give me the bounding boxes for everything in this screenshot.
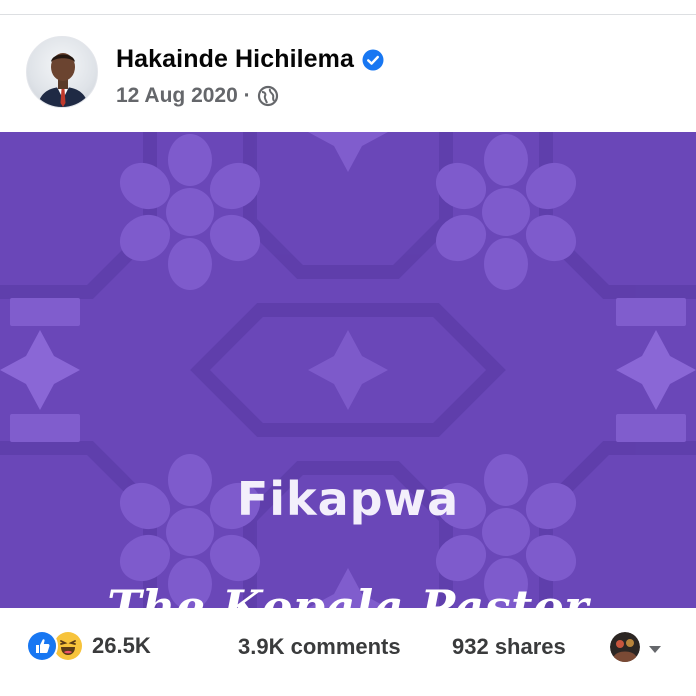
post-footer: 26.5K 3.9K comments 932 shares bbox=[0, 618, 696, 680]
post-image[interactable]: Fikapwa The Kopala Pastor bbox=[0, 132, 696, 608]
top-divider bbox=[0, 14, 696, 15]
post-meta: 12 Aug 2020 · bbox=[116, 84, 279, 108]
like-icon bbox=[26, 630, 58, 662]
author-name[interactable]: Hakainde Hichilema bbox=[116, 45, 354, 74]
reaction-count: 26.5K bbox=[92, 633, 151, 658]
reactions-summary[interactable]: 26.5K bbox=[26, 630, 151, 662]
verified-badge-icon bbox=[362, 49, 384, 71]
image-headline: Fikapwa bbox=[236, 472, 460, 526]
globe-icon bbox=[257, 85, 279, 107]
comments-count[interactable]: 3.9K comments bbox=[238, 634, 401, 660]
image-signature: The Kopala Pastor bbox=[107, 580, 589, 608]
shares-count[interactable]: 932 shares bbox=[452, 634, 566, 660]
geometric-pattern-background bbox=[0, 132, 696, 608]
chevron-down-icon[interactable] bbox=[648, 642, 662, 653]
viewer-avatar[interactable] bbox=[610, 632, 640, 662]
author-avatar[interactable] bbox=[26, 36, 98, 108]
avatar-portrait bbox=[37, 53, 89, 107]
post-date[interactable]: 12 Aug 2020 · bbox=[116, 84, 251, 108]
post-header: Hakainde Hichilema 12 Aug 2020 · bbox=[0, 28, 696, 124]
author-line: Hakainde Hichilema bbox=[116, 45, 384, 74]
